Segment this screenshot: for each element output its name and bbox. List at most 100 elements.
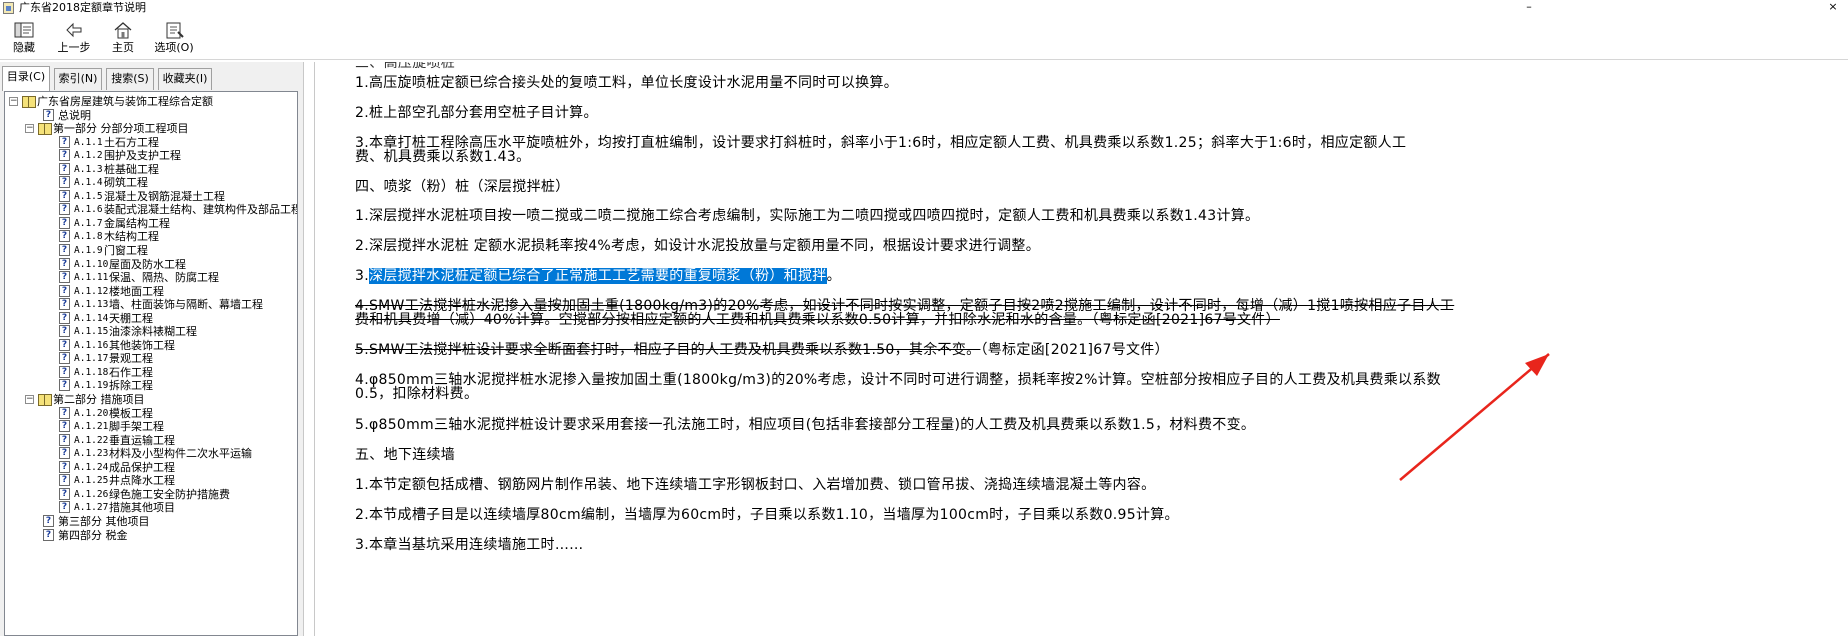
tree-item-code: A.1.20: [74, 407, 109, 419]
tree-item-label: 墙、柱面装饰与隔断、幕墙工程: [109, 298, 263, 312]
nav-tabs: 目录(C) 索引(N) 搜索(S) 收藏夹(I): [2, 66, 302, 91]
tree-item[interactable]: ? A.1.25 井点降水工程: [5, 474, 297, 488]
tree-item[interactable]: − 广东省房屋建筑与装饰工程综合定额: [5, 95, 297, 109]
help-page-icon: ?: [59, 257, 70, 270]
tree-item[interactable]: ? A.1.11 保温、隔热、防腐工程: [5, 271, 297, 285]
tree-item-label: 广东省房屋建筑与装饰工程综合定额: [37, 95, 213, 108]
tab-index[interactable]: 索引(N): [54, 68, 102, 90]
tree-item-label: 围护及支护工程: [104, 149, 181, 163]
tree-item-label: 材料及小型构件二次水平运输: [109, 447, 252, 461]
tree-item[interactable]: ? A.1.19 拆除工程: [5, 379, 297, 393]
tree-item[interactable]: ? A.1.14 天棚工程: [5, 311, 297, 326]
tree-item[interactable]: ? A.1.3 桩基础工程: [5, 162, 297, 177]
tree-item-code: A.1.4: [74, 177, 103, 189]
navigation-pane: 目录(C) 索引(N) 搜索(S) 收藏夹(I) − 广东省房屋建筑与装饰工程综合…: [0, 62, 304, 636]
tree-item-label: 楼地面工程: [109, 284, 164, 298]
tree-item-code: A.1.25: [74, 475, 109, 487]
tree-item-code: A.1.5: [74, 190, 103, 202]
options-label: 选项(O): [154, 41, 194, 54]
book-icon: [38, 393, 52, 407]
help-page-icon: ?: [59, 203, 70, 216]
tree-item[interactable]: − 第一部分 分部分项工程项目: [5, 122, 297, 136]
tree-item[interactable]: ? 第三部分 其他项目: [5, 514, 297, 529]
tree-item-label: 屋面及防水工程: [109, 257, 186, 271]
tree-item[interactable]: ? A.1.22 垂直运输工程: [5, 433, 297, 448]
tree-item[interactable]: ? A.1.20 模板工程: [5, 406, 297, 421]
tree-item[interactable]: ? A.1.6 装配式混凝土结构、建筑构件及部品工程: [5, 203, 297, 217]
contents-tree[interactable]: − 广东省房屋建筑与装饰工程综合定额? 总说明 − 第一部分 分部分项工程项目? A.1.…: [4, 91, 298, 636]
tab-favorites[interactable]: 收藏夹(I): [158, 68, 212, 90]
tree-item-code: A.1.23: [74, 448, 109, 460]
tree-item[interactable]: ? A.1.15 油漆涂料裱糊工程: [5, 325, 297, 339]
tree-item[interactable]: ? A.1.18 石作工程: [5, 365, 297, 380]
tree-item-label: 第四部分 税金: [58, 528, 128, 542]
tree-item-code: A.1.2: [74, 150, 103, 162]
help-page-icon: ?: [59, 501, 70, 514]
help-page-icon: ?: [59, 271, 70, 284]
tree-item-code: A.1.22: [74, 434, 109, 446]
home-label: 主页: [112, 41, 134, 54]
tree-item[interactable]: ? A.1.17 景观工程: [5, 352, 297, 366]
red-arrow-annotation: [1399, 353, 1550, 481]
home-button[interactable]: 主页: [106, 18, 140, 58]
help-page-icon: ?: [59, 135, 70, 148]
tree-item[interactable]: − 第二部分 措施项目: [5, 393, 297, 407]
window-title: 广东省2018定额章节说明: [19, 1, 146, 14]
tree-item-code: A.1.13: [74, 299, 109, 311]
tree-item-label: 总说明: [58, 108, 91, 122]
tree-item[interactable]: ? A.1.4 砌筑工程: [5, 176, 297, 190]
help-page-icon: ?: [43, 528, 54, 541]
tree-item[interactable]: ? A.1.23 材料及小型构件二次水平运输: [5, 447, 297, 461]
tree-item[interactable]: ? A.1.7 金属结构工程: [5, 216, 297, 231]
tree-item-label: 拆除工程: [109, 379, 153, 393]
close-button[interactable]: ×: [1818, 0, 1848, 16]
tree-item[interactable]: ? A.1.27 措施其他项目: [5, 501, 297, 515]
hide-button[interactable]: 隐藏: [6, 18, 42, 58]
tree-item[interactable]: ? A.1.12 楼地面工程: [5, 284, 297, 299]
tree-item-label: 景观工程: [109, 352, 153, 366]
tree-item-label: 第三部分 其他项目: [58, 514, 150, 528]
tree-item-label: 保温、隔热、防腐工程: [109, 271, 219, 285]
tree-item-label: 措施其他项目: [109, 501, 175, 515]
tree-item[interactable]: ? A.1.2 围护及支护工程: [5, 149, 297, 163]
tree-item[interactable]: ? A.1.13 墙、柱面装饰与隔断、幕墙工程: [5, 298, 297, 312]
back-arrow-icon: [63, 20, 85, 40]
tree-item-label: 井点降水工程: [109, 474, 175, 488]
tree-item[interactable]: ? 总说明: [5, 108, 297, 123]
help-page-icon: ?: [59, 379, 70, 392]
options-button[interactable]: 选项(O): [152, 18, 196, 58]
collapse-icon[interactable]: −: [25, 124, 34, 134]
tab-contents[interactable]: 目录(C): [2, 66, 50, 91]
tree-item[interactable]: ? A.1.24 成品保护工程: [5, 460, 297, 475]
tree-item-label: 桩基础工程: [104, 162, 159, 176]
tree-item-code: A.1.16: [74, 339, 109, 351]
tree-item-code: A.1.26: [74, 488, 109, 500]
tree-item[interactable]: ? A.1.16 其他装饰工程: [5, 338, 297, 353]
help-page-icon: ?: [43, 108, 54, 121]
help-page-icon: ?: [59, 365, 70, 378]
collapse-icon[interactable]: −: [25, 395, 34, 405]
tree-item-code: A.1.9: [74, 245, 103, 257]
help-page-icon: ?: [59, 474, 70, 487]
minimize-button[interactable]: –: [1514, 0, 1544, 16]
tab-search[interactable]: 搜索(S): [106, 68, 154, 90]
tree-item[interactable]: ? A.1.1 土石方工程: [5, 135, 297, 150]
collapse-icon[interactable]: −: [9, 97, 18, 106]
tree-item-code: A.1.27: [74, 502, 109, 514]
help-page-icon: ?: [59, 487, 70, 500]
tree-item[interactable]: ? A.1.21 脚手架工程: [5, 420, 297, 434]
tree-item-code: A.1.19: [74, 380, 109, 392]
back-button[interactable]: 上一步: [54, 18, 94, 58]
content-pane[interactable]: 三、高压旋喷桩 1.高压旋喷桩定额已综合接头处的复喷工料，单位长度设计水泥用量不…: [314, 62, 1848, 636]
home-icon: [112, 20, 134, 40]
tree-item[interactable]: ? A.1.26 绿色施工安全防护措施费: [5, 487, 297, 502]
tree-item-code: A.1.14: [74, 312, 109, 324]
tree-item[interactable]: ? A.1.5 混凝土及钢筋混凝土工程: [5, 189, 297, 204]
help-page-icon: ?: [59, 433, 70, 446]
tree-item[interactable]: ? A.1.10 屋面及防水工程: [5, 257, 297, 272]
tree-item[interactable]: ? A.1.8 木结构工程: [5, 230, 297, 244]
help-page-icon: ?: [59, 216, 70, 229]
tree-item[interactable]: ? A.1.9 门窗工程: [5, 244, 297, 258]
tree-item[interactable]: ? 第四部分 税金: [5, 528, 297, 543]
app-help-icon: [3, 2, 14, 14]
